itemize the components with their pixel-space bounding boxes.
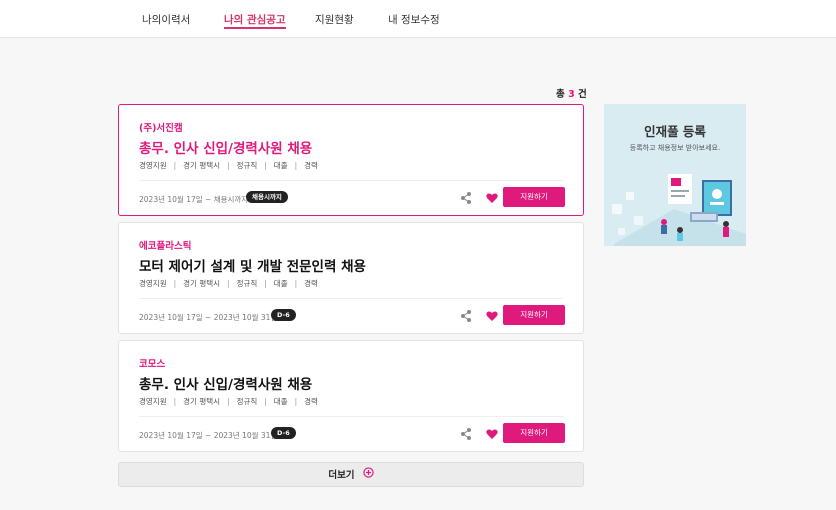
- heart-icon: [486, 311, 498, 321]
- deadline-badge: 채용시까지: [246, 191, 288, 203]
- share-button[interactable]: [455, 305, 477, 327]
- job-meta: 경영지원 | 경기 평택시 | 정규직 | 대졸 | 경력: [139, 397, 318, 406]
- banner-subtitle: 등록하고 채용정보 받아보세요.: [629, 144, 721, 152]
- meta-category: 경영지원: [139, 279, 167, 288]
- plus-circle-icon: [362, 467, 374, 478]
- heart-icon: [486, 429, 498, 439]
- favorite-button[interactable]: [481, 423, 503, 445]
- tab-interest-jobs[interactable]: 나의 관심공고: [224, 12, 286, 29]
- job-period: 2023년 10월 17일 ~ 2023년 10월 31일: [139, 313, 278, 322]
- load-more-button[interactable]: 더보기: [118, 462, 584, 487]
- meta-location: 경기 평택시: [183, 279, 221, 288]
- meta-employment-type: 정규직: [236, 279, 258, 288]
- talent-pool-banner[interactable]: 인재풀 등록 등록하고 채용정보 받아보세요.: [604, 104, 746, 246]
- job-meta: 경영지원 | 경기 평택시 | 정규직 | 대졸 | 경력: [139, 161, 318, 170]
- load-more-label: 더보기: [328, 470, 355, 481]
- job-title[interactable]: 총무. 인사 신입/경력사원 채용: [139, 373, 312, 393]
- share-button[interactable]: [455, 423, 477, 445]
- total-prefix: 총: [556, 89, 565, 100]
- meta-category: 경영지원: [139, 161, 167, 170]
- heart-icon: [486, 193, 498, 203]
- meta-category: 경영지원: [139, 397, 167, 406]
- job-meta: 경영지원 | 경기 평택시 | 정규직 | 대졸 | 경력: [139, 279, 318, 288]
- card-divider: [139, 180, 563, 181]
- job-card[interactable]: (주)서진캠 총무. 인사 신입/경력사원 채용 경영지원 | 경기 평택시 | 정규직…: [118, 104, 584, 216]
- share-button[interactable]: [455, 187, 477, 209]
- share-icon: [461, 310, 471, 322]
- tab-edit-profile[interactable]: 내 정보수정: [388, 12, 440, 27]
- job-title[interactable]: 총무. 인사 신입/경력사원 채용: [139, 137, 312, 157]
- company-name[interactable]: 코모스: [139, 356, 165, 370]
- job-period: 2023년 10월 17일 ~ 2023년 10월 31일: [139, 431, 278, 440]
- meta-employment-type: 정규직: [236, 397, 258, 406]
- meta-employment-type: 정규직: [236, 161, 258, 170]
- tab-interest-jobs-label: 나의 관심공고: [224, 14, 286, 26]
- card-divider: [139, 298, 563, 299]
- card-divider: [139, 416, 563, 417]
- favorite-button[interactable]: [481, 305, 503, 327]
- deadline-badge: D-6: [271, 427, 296, 439]
- apply-button[interactable]: 지원하기: [503, 187, 565, 207]
- share-icon: [461, 428, 471, 440]
- meta-experience: 경력: [304, 161, 318, 170]
- total-number: 3: [568, 89, 575, 100]
- active-tab-underline: [224, 27, 286, 29]
- job-title[interactable]: 모터 제어기 설계 및 개발 전문인력 채용: [139, 255, 366, 275]
- meta-education: 대졸: [273, 397, 288, 406]
- meta-location: 경기 평택시: [183, 397, 221, 406]
- apply-button[interactable]: 지원하기: [503, 423, 565, 443]
- share-icon: [461, 192, 471, 204]
- tab-application-status[interactable]: 지원현황: [315, 12, 354, 27]
- banner-title: 인재풀 등록: [644, 124, 706, 139]
- job-period: 2023년 10월 17일 ~ 채용시까지: [139, 195, 249, 204]
- meta-education: 대졸: [273, 161, 288, 170]
- meta-location: 경기 평택시: [183, 161, 221, 170]
- total-suffix: 건: [578, 89, 587, 100]
- tab-resume[interactable]: 나의이력서: [142, 12, 190, 27]
- deadline-badge: D-6: [271, 309, 296, 321]
- favorite-button[interactable]: [481, 187, 503, 209]
- job-card[interactable]: 에코플라스틱 모터 제어기 설계 및 개발 전문인력 채용 경영지원 | 경기 평택…: [118, 222, 584, 334]
- meta-education: 대졸: [273, 279, 288, 288]
- company-name[interactable]: 에코플라스틱: [139, 238, 191, 252]
- job-card[interactable]: 코모스 총무. 인사 신입/경력사원 채용 경영지원 | 경기 평택시 | 정규직 | 대졸…: [118, 340, 584, 452]
- top-nav: 나의이력서 나의 관심공고 지원현황 내 정보수정: [0, 0, 836, 38]
- meta-experience: 경력: [304, 279, 318, 288]
- company-name[interactable]: (주)서진캠: [139, 120, 183, 134]
- apply-button[interactable]: 지원하기: [503, 305, 565, 325]
- total-count: 총 3 건: [556, 86, 587, 100]
- meta-experience: 경력: [304, 397, 318, 406]
